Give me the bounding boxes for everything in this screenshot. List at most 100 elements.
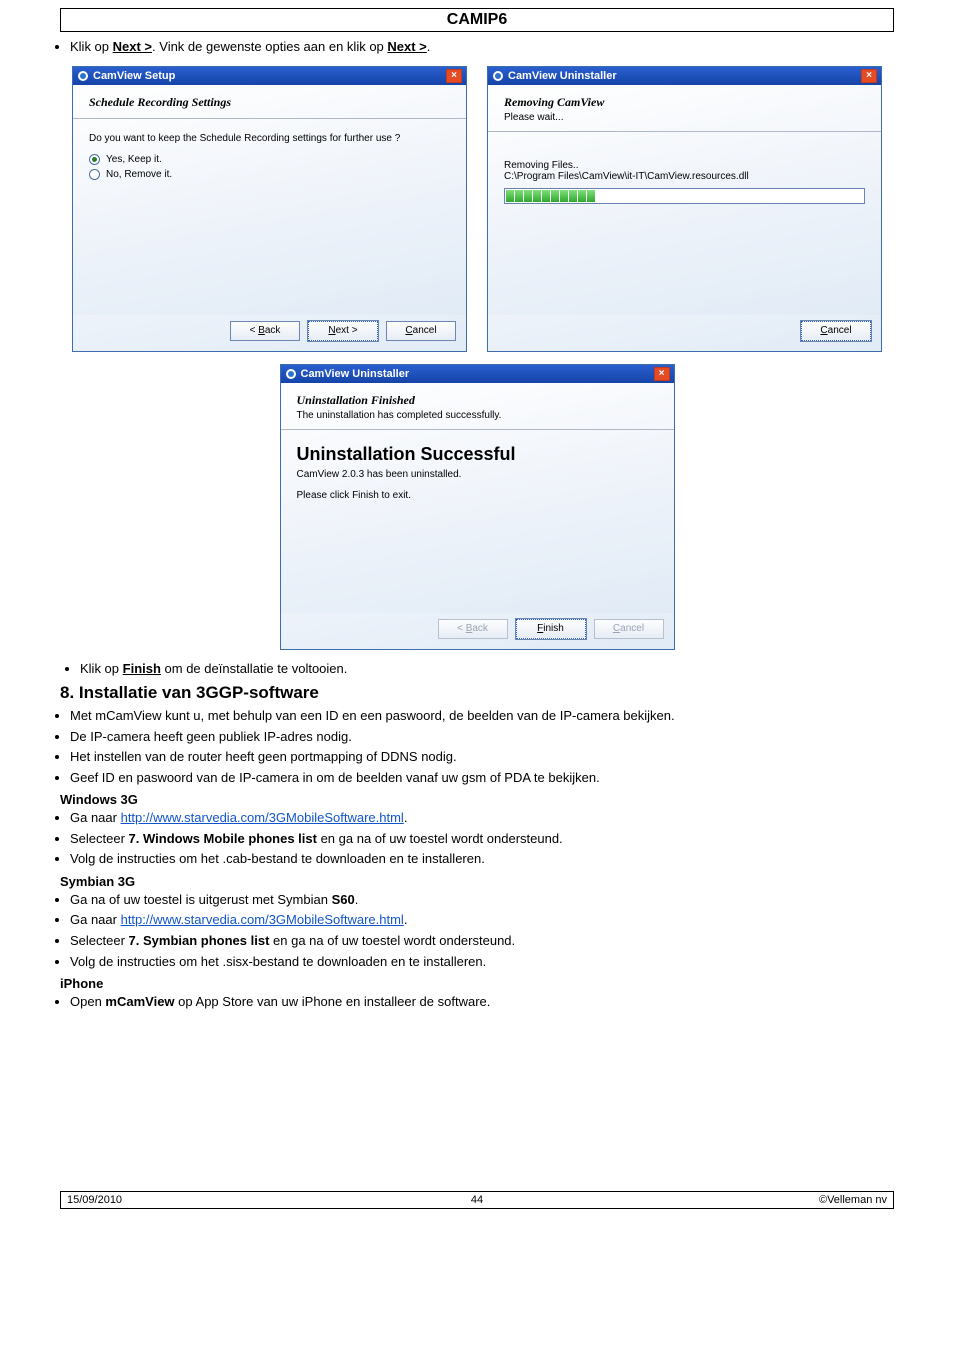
figure-row-1: CamView Setup × Schedule Recording Setti… [20, 62, 934, 360]
instruction-list-2: Klik op Finish om de deïnstallatie te vo… [20, 660, 934, 678]
link-starvedia-2[interactable]: http://www.starvedia.com/3GMobileSoftwar… [121, 912, 404, 927]
progress-bar [504, 188, 865, 204]
symbian-3g-list: Ga na of uw toestel is uitgerust met Sym… [20, 891, 934, 970]
page-title: CAMIP6 [60, 8, 894, 32]
success-line-2: CamView 2.0.3 has been uninstalled. [297, 469, 658, 480]
list-item: Volg de instructies om het .cab-bestand … [70, 850, 934, 868]
list-item: Het instellen van de router heeft geen p… [70, 748, 934, 766]
success-line-3: Please click Finish to exit. [297, 490, 658, 501]
text: Ga na of uw toestel is uitgerust met Sym… [70, 892, 332, 907]
back-button[interactable]: < Back [230, 321, 300, 341]
app-icon [285, 368, 297, 380]
list-item: Volg de instructies om het .sisx-bestand… [70, 953, 934, 971]
dialog-heading: Schedule Recording Settings [89, 95, 450, 110]
option-no[interactable]: No, Remove it. [89, 169, 450, 180]
windows-3g-list: Ga naar http://www.starvedia.com/3GMobil… [20, 809, 934, 868]
file-path: C:\Program Files\CamView\it-IT\CamView.r… [504, 171, 865, 182]
text: om de deïnstallatie te voltooien. [161, 661, 347, 676]
section-8-heading: 8. Installatie van 3GGP-software [60, 683, 934, 703]
list-item: Selecteer 7. Windows Mobile phones list … [70, 830, 934, 848]
list-item: Open mCamView op App Store van uw iPhone… [70, 993, 934, 1011]
list-item: Ga na of uw toestel is uitgerust met Sym… [70, 891, 934, 909]
back-button: < Back [438, 619, 508, 639]
dialog-heading: Removing CamView [504, 95, 865, 110]
cancel-button: Cancel [594, 619, 664, 639]
window-body: Schedule Recording Settings Do you want … [73, 85, 466, 315]
list-item: Ga naar http://www.starvedia.com/3GMobil… [70, 911, 934, 929]
status-text: Removing Files.. [504, 160, 865, 171]
radio-icon[interactable] [89, 169, 100, 180]
app-icon [77, 70, 89, 82]
camview-finished-window: CamView Uninstaller × Uninstallation Fin… [280, 364, 675, 650]
bold-text: 7. Windows Mobile phones list [129, 831, 317, 846]
dialog-sub: The uninstallation has completed success… [297, 410, 658, 421]
window-title: CamView Setup [93, 70, 175, 82]
symbian-3g-heading: Symbian 3G [60, 874, 934, 889]
instruction-next: Klik op Next >. Vink de gewenste opties … [70, 38, 934, 56]
text: Selecteer [70, 831, 129, 846]
radio-icon[interactable] [89, 154, 100, 165]
bold-text: S60 [332, 892, 355, 907]
close-icon[interactable]: × [446, 69, 462, 83]
bold-text: mCamView [105, 994, 174, 1009]
footer-page-number: 44 [61, 1194, 893, 1206]
windows-3g-heading: Windows 3G [60, 792, 934, 807]
text: Open [70, 994, 105, 1009]
text: en ga na of uw toestel wordt ondersteund… [317, 831, 563, 846]
text: Selecteer [70, 933, 129, 948]
window-body: Uninstallation Finished The uninstallati… [281, 383, 674, 613]
close-icon[interactable]: × [654, 367, 670, 381]
text: . Vink de gewenste opties aan en klik op [152, 39, 387, 54]
option-yes[interactable]: Yes, Keep it. [89, 154, 450, 165]
option-yes-label: Yes, Keep it. [106, 154, 162, 165]
iphone-list: Open mCamView op App Store van uw iPhone… [20, 993, 934, 1011]
next-literal-2: Next > [387, 39, 426, 54]
list-item: Met mCamView kunt u, met behulp van een … [70, 707, 934, 725]
window-title: CamView Uninstaller [301, 368, 410, 380]
list-item: De IP-camera heeft geen publiek IP-adres… [70, 728, 934, 746]
text: Ga naar [70, 912, 121, 927]
text: en ga na of uw toestel wordt ondersteund… [269, 933, 515, 948]
dialog-heading: Uninstallation Finished [297, 393, 658, 408]
section-8-list: Met mCamView kunt u, met behulp van een … [20, 707, 934, 786]
app-icon [492, 70, 504, 82]
finish-literal: Finish [123, 661, 161, 676]
button-row: < Back Next > Cancel [73, 315, 466, 351]
next-button[interactable]: Next > [308, 321, 378, 341]
text: op App Store van uw iPhone en installeer… [175, 994, 491, 1009]
titlebar: CamView Setup × [73, 67, 466, 85]
success-heading: Uninstallation Successful [297, 444, 658, 465]
finish-button[interactable]: Finish [516, 619, 586, 639]
text: . [404, 912, 408, 927]
list-item: Geef ID en paswoord van de IP-camera in … [70, 769, 934, 787]
text: Klik op [80, 661, 123, 676]
list-item: Ga naar http://www.starvedia.com/3GMobil… [70, 809, 934, 827]
dialog-question: Do you want to keep the Schedule Recordi… [89, 133, 450, 144]
text: . [427, 39, 431, 54]
text: . [404, 810, 408, 825]
figure-row-2: CamView Uninstaller × Uninstallation Fin… [20, 360, 934, 660]
text: . [355, 892, 359, 907]
instruction-finish: Klik op Finish om de deïnstallatie te vo… [80, 660, 934, 678]
window-body: Removing CamView Please wait... Removing… [488, 85, 881, 315]
cancel-button[interactable]: Cancel [801, 321, 871, 341]
camview-remove-window: CamView Uninstaller × Removing CamView P… [487, 66, 882, 352]
option-no-label: No, Remove it. [106, 169, 172, 180]
camview-setup-window: CamView Setup × Schedule Recording Setti… [72, 66, 467, 352]
text: Klik op [70, 39, 113, 54]
link-starvedia-1[interactable]: http://www.starvedia.com/3GMobileSoftwar… [121, 810, 404, 825]
text: Ga naar [70, 810, 121, 825]
titlebar: CamView Uninstaller × [488, 67, 881, 85]
bold-text: 7. Symbian phones list [129, 933, 270, 948]
iphone-heading: iPhone [60, 976, 934, 991]
next-literal: Next > [113, 39, 152, 54]
titlebar: CamView Uninstaller × [281, 365, 674, 383]
list-item: Selecteer 7. Symbian phones list en ga n… [70, 932, 934, 950]
close-icon[interactable]: × [861, 69, 877, 83]
instruction-list-1: Klik op Next >. Vink de gewenste opties … [20, 38, 934, 56]
button-row: Cancel [488, 315, 881, 351]
button-row: < Back Finish Cancel [281, 613, 674, 649]
window-title: CamView Uninstaller [508, 70, 617, 82]
cancel-button[interactable]: Cancel [386, 321, 456, 341]
dialog-sub: Please wait... [504, 112, 865, 123]
